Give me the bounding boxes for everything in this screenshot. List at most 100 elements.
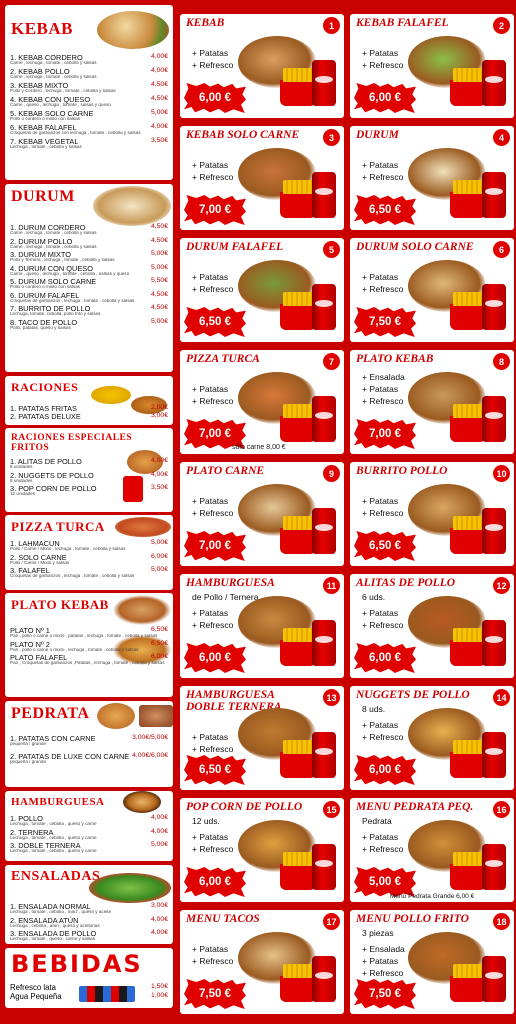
item-price: 6,00€ (150, 552, 168, 560)
combo-note: Menú Pedrata Grande 6,00 € (390, 893, 475, 900)
kebab-image (97, 11, 169, 49)
item-name: 5. DURUM SOLO CARNE (10, 277, 97, 286)
item-description: Lechuga , tomate , cebolla , queso y car… (10, 849, 97, 854)
combo-include: + Patatas (362, 272, 399, 282)
combo-include: + Patatas (192, 832, 229, 842)
item-description: Carne , lechuga , tomate , cebolla y sal… (10, 244, 97, 249)
especiales-item: 1. ALITAS DE POLLO 6 unidades 4,00€ (5, 457, 173, 470)
item-name: 1. KEBAB CORDERO (10, 53, 83, 62)
item-price: 4,50€ (150, 223, 168, 230)
item-name: 1. LAHMACUN (10, 539, 60, 548)
item-name: 8. TACO DE POLLO (10, 317, 78, 327)
combo-include: + Patatas (362, 720, 399, 730)
combo-include: + Patatas (192, 608, 229, 618)
combo-include: + Patatas (192, 944, 229, 954)
soda-can-icon (482, 508, 506, 554)
combo-note: sólo carne 8,00 € (232, 444, 286, 451)
item-name: Refresco lata (10, 983, 56, 992)
item-price: 4,00€ (150, 457, 168, 464)
combo-include: + Patatas (192, 272, 229, 282)
kebab-item: 5. KEBAB SOLO CARNE Pollo o cordero o mix… (5, 109, 173, 122)
combo-number-badge: 4 (493, 129, 510, 146)
combo-title: DURUM (356, 129, 399, 141)
item-name: 2. NUGGETS DE POLLO (10, 470, 94, 480)
kebab-item: 3. KEBAB MIXTO Pollo y Cordero , lechuga … (5, 81, 173, 94)
soda-can-icon (312, 844, 336, 890)
especiales-panel: RACIONES ESPECIALES FRITOS 1. ALITAS DE … (5, 428, 173, 512)
combo-include: + Refresco (192, 60, 234, 70)
item-price: 3,00€/5,00€ (132, 734, 168, 741)
combo-card: DURUM 4 + Patatas + Refresco 6,50 € (350, 126, 514, 230)
item-name: PLATO Nº 2 (10, 639, 50, 649)
item-name: 1. ENSALADA NORMAL (10, 902, 91, 911)
price-burst: 6,50 € (354, 531, 416, 561)
fries-icon (280, 68, 316, 106)
combo-include: + Patatas (362, 384, 399, 394)
item-name: 3. KEBAB MIXTO (10, 81, 69, 90)
combo-card: KEBAB 1 + Patatas + Refresco 6,00 € (180, 14, 344, 118)
item-price: 1,50€ (150, 983, 168, 990)
item-price: 4,00€ (150, 470, 168, 478)
item-price: 3,50€ (150, 484, 168, 491)
item-description: Croquetas de garbanzos con lechuga , tom… (10, 131, 141, 136)
combo-title: MENU PEDRATA PEQ. (356, 801, 474, 813)
ensaladas-item: 1. ENSALADA NORMAL Lechuga , tomate , ceb… (5, 902, 173, 915)
fries-icon (450, 852, 486, 890)
combo-number-badge: 2 (493, 17, 510, 34)
especiales-item: 2. NUGGETS DE POLLO 8 unidades 4,00€ (5, 470, 173, 484)
fries-icon (280, 516, 316, 554)
plato-item: PLATO Nº 2 Pan , pollo o carne o mixto , … (5, 639, 173, 653)
price-burst: 7,00 € (184, 531, 246, 561)
combo-subtitle: 8 uds. (362, 704, 386, 714)
raciones-item: 2. PATATAS DELUXE 3,00€ (5, 413, 173, 421)
combo-card: KEBAB SOLO CARNE 3 + Patatas + Refresco 7,00… (180, 126, 344, 230)
item-description: pequeña / grande (10, 760, 47, 765)
fries-icon (450, 516, 486, 554)
price-burst: 7,00 € (184, 195, 246, 225)
item-name: 3. FALAFEL (10, 566, 50, 575)
combo-title: ALITAS DE POLLO (356, 577, 456, 589)
soda-can-icon (312, 620, 336, 666)
raciones-item: 1. PATATAS FRITAS 2,00€ (5, 404, 173, 412)
combo-include: + Patatas (362, 832, 399, 842)
bebidas-panel: BEBIDAS Refresco lata 1,50€ Agua Pequeña 1,… (5, 948, 173, 1008)
price-burst: 7,50 € (354, 307, 416, 337)
fries-icon (450, 68, 486, 106)
item-name: PLATO Nº 1 (10, 626, 50, 635)
item-description: Pan , pollo o carne o mixto , patatas , … (10, 634, 158, 639)
item-description: pequeña / grande (10, 742, 47, 747)
pizza-image (115, 517, 171, 537)
patatas-image (91, 386, 131, 404)
hamburguesa-item: 2. TERNERA Lechuga , tomate , cebolla , q… (5, 828, 173, 841)
combo-include: + Refresco (192, 844, 234, 854)
price-burst: 6,50 € (354, 195, 416, 225)
durum-item: 1. DURUM CORDERO Carne , lechuga , tomate… (5, 223, 173, 236)
kebab-list: 1. KEBAB CORDERO Carne , lechuga , tomate… (5, 53, 173, 150)
combo-number-badge: 12 (493, 577, 510, 594)
item-description: 6 unidades (10, 465, 33, 470)
price-burst: 6,00 € (354, 643, 416, 673)
combo-card: DURUM SOLO CARNE 6 + Patatas + Refresco 7,50… (350, 238, 514, 342)
combo-card: MENU PEDRATA PEQ. 16 Pedrata + Patatas + Ref… (350, 798, 514, 902)
combo-card: HAMBURGUESA 11 de Pollo / Ternera + Patatas… (180, 574, 344, 678)
durum-list: 1. DURUM CORDERO Carne , lechuga , tomate… (5, 223, 173, 331)
soda-can-icon (312, 60, 336, 106)
item-price: 5,00€ (150, 250, 168, 257)
durum-item: 4. DURUM CON QUESO Carne , queso , lechug… (5, 264, 173, 277)
combo-include: + Refresco (362, 508, 404, 518)
item-name: 6. KEBAB FALAFEL (10, 123, 77, 132)
item-price: 4,00€ (150, 67, 168, 74)
combo-card: MENU TACOS 17 + Patatas + Refresco 7,50 € (180, 910, 344, 1014)
fries-icon (280, 180, 316, 218)
combo-title: KEBAB (186, 17, 225, 29)
fries-icon (280, 628, 316, 666)
combo-title: PIZZA TURCA (186, 353, 260, 365)
item-description: 12 unidades (10, 492, 36, 497)
soda-can-icon (312, 732, 336, 778)
ensaladas-list: 1. ENSALADA NORMAL Lechuga , tomate , ceb… (5, 902, 173, 942)
item-description: Carne , queso , lechuga , tomate , cebol… (10, 271, 130, 276)
combo-subtitle: 12 uds. (192, 816, 220, 826)
soda-can-icon (482, 844, 506, 890)
price-burst: 7,00 € (354, 419, 416, 449)
item-price: 3,50€ (150, 137, 168, 144)
